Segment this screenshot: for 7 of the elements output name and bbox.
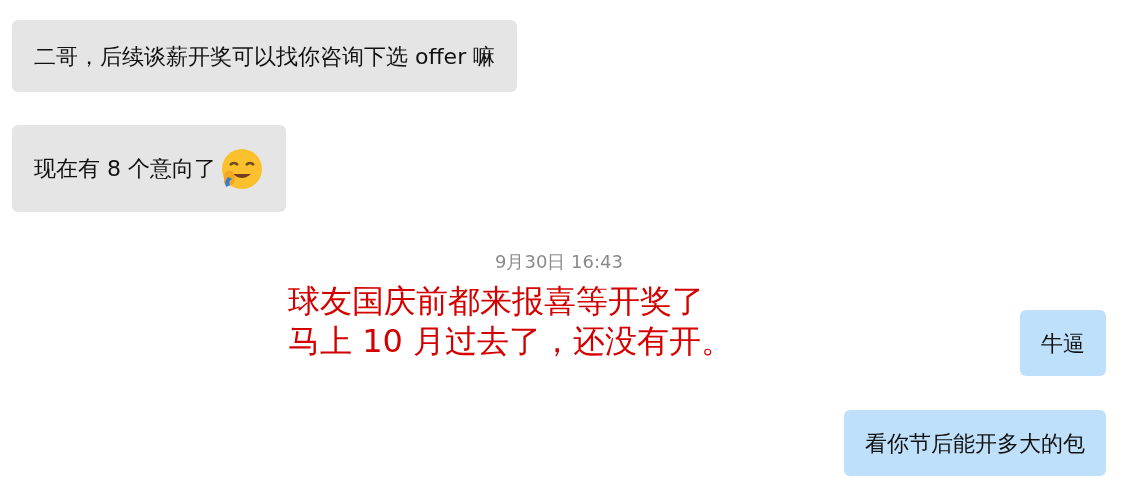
- message-text: 二哥，后续谈薪开奖可以找你咨询下选 offer 嘛: [34, 42, 496, 71]
- message-text: 现在有 8 个意向了: [34, 155, 216, 183]
- annotation-text: 马上 10 月过去了，还没有开。: [288, 321, 734, 361]
- timestamp: 9月30日 16:43: [495, 250, 623, 274]
- message-text: 看你节后能开多大的包: [865, 429, 1085, 458]
- message-text: 牛逼: [1041, 329, 1085, 358]
- annotation-text: 球友国庆前都来报喜等开奖了: [288, 281, 705, 321]
